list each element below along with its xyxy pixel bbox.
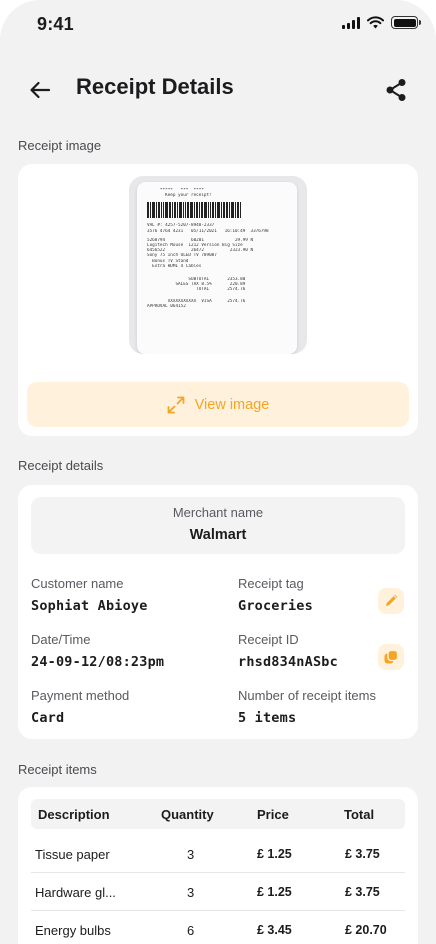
receipt-tag-label: Receipt tag [238, 576, 304, 591]
page-title: Receipt Details [76, 74, 234, 99]
battery-icon [391, 16, 421, 29]
status-bar: 9:41 [0, 0, 436, 50]
cell-price: £ 1.25 [257, 885, 292, 899]
item-count-value: 5 items [238, 710, 297, 726]
receipt-line: APPROVAL 064152 [147, 303, 186, 309]
copy-icon [384, 649, 399, 664]
cell-description: Tissue paper [35, 847, 110, 862]
merchant-label: Merchant name [172, 505, 264, 520]
receipt-tag-value: Groceries [238, 598, 313, 614]
cell-total: £ 3.75 [345, 847, 380, 861]
cell-total: £ 20.70 [345, 923, 387, 937]
receipt-items-card: Description Quantity Price Total Tissue … [18, 787, 418, 944]
receipt-details-card: Merchant name Walmart Customer name Soph… [18, 485, 418, 739]
signal-icon [342, 16, 360, 29]
items-table-header: Description Quantity Price Total [31, 799, 405, 829]
item-count-label: Number of receipt items [238, 688, 376, 703]
customer-name-label: Customer name [31, 576, 124, 591]
payment-method-value: Card [31, 710, 65, 726]
receipt-id-label: Receipt ID [238, 632, 299, 647]
merchant-value: Walmart [189, 527, 247, 543]
cell-price: £ 1.25 [257, 847, 292, 861]
cell-quantity: 3 [187, 885, 195, 900]
table-row[interactable]: Energy bulbs 6 £ 3.45 £ 20.70 [31, 911, 405, 944]
section-label-receipt-items: Receipt items [18, 762, 97, 777]
header-quantity: Quantity [161, 807, 214, 822]
cell-price: £ 3.45 [257, 923, 292, 937]
header-total: Total [344, 807, 375, 822]
receipt-line: 3576 4764 4231 05/11/2021 16:10:49 33767… [147, 228, 269, 234]
cell-description: Hardware gl... [35, 885, 116, 900]
back-arrow-icon [30, 81, 51, 99]
date-time-value: 24-09-12/08:23pm [31, 654, 165, 670]
header-description: Description [38, 807, 110, 822]
receipt-image-card: ***** *** **** Keep your receipt! VAL #:… [18, 164, 418, 436]
view-image-button[interactable]: View image [27, 382, 409, 427]
pencil-icon [386, 594, 398, 606]
customer-name-value: Sophiat Abioye [31, 598, 148, 614]
receipt-line: TOTAL 2574.76 [147, 287, 246, 293]
status-time: 9:41 [37, 14, 74, 34]
cell-quantity: 3 [187, 847, 195, 862]
share-icon [386, 79, 406, 101]
cell-description: Energy bulbs [35, 923, 111, 938]
expand-icon [167, 396, 185, 413]
receipt-paper: ***** *** **** Keep your receipt! VAL #:… [137, 182, 297, 354]
receipt-line: Extra HDMI 4 Cables [147, 263, 202, 269]
payment-method-label: Payment method [31, 688, 130, 703]
table-row[interactable]: Tissue paper 3 £ 1.25 £ 3.75 [31, 835, 405, 873]
phone-screen: 9:41 Receipt Details Receipt image *****… [0, 0, 436, 944]
header: Receipt Details [0, 66, 436, 112]
section-label-receipt-image: Receipt image [18, 138, 102, 153]
barcode [147, 202, 287, 219]
status-icons [342, 16, 421, 29]
receipt-line: Keep your receipt! [147, 193, 212, 199]
merchant-box: Merchant name Walmart [31, 497, 405, 554]
header-price: Price [257, 807, 289, 822]
cell-total: £ 3.75 [345, 885, 380, 899]
copy-id-button[interactable] [378, 644, 404, 670]
wifi-icon [367, 16, 384, 29]
section-label-receipt-details: Receipt details [18, 458, 104, 473]
cell-quantity: 6 [187, 923, 195, 938]
back-button[interactable] [26, 76, 54, 104]
receipt-thumbnail[interactable]: ***** *** **** Keep your receipt! VAL #:… [129, 176, 307, 354]
edit-tag-button[interactable] [378, 588, 404, 614]
view-image-label: View image [194, 396, 270, 413]
share-button[interactable] [382, 76, 410, 104]
table-row[interactable]: Hardware gl... 3 £ 1.25 £ 3.75 [31, 873, 405, 911]
date-time-label: Date/Time [31, 632, 91, 647]
receipt-id-value: rhsd834nASbc [238, 654, 338, 670]
